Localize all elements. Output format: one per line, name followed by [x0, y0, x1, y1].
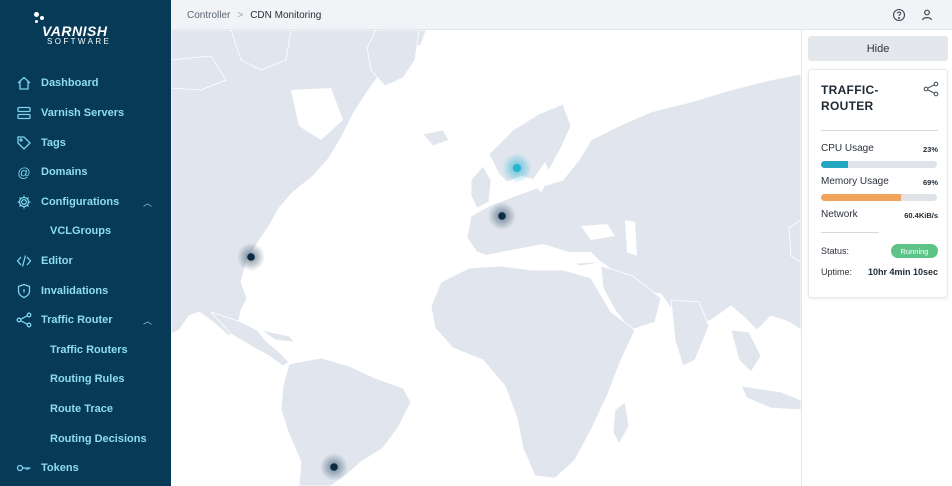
southeast-asia-land: [730, 329, 762, 373]
sidebar-item-invalidations[interactable]: Invalidations: [0, 276, 171, 306]
new-york-marker[interactable]: [237, 243, 265, 271]
sidebar-item-label: Tags: [41, 137, 66, 149]
network-value: 60.4KiB/s: [904, 211, 938, 220]
key-icon: [16, 460, 32, 476]
uptime-value: 10hr 4min 10sec: [867, 267, 938, 277]
world-map[interactable]: [171, 30, 801, 486]
tag-icon: [16, 135, 32, 151]
africa-land: [430, 265, 636, 479]
chevron-up-icon[interactable]: ︿: [143, 196, 152, 209]
user-icon[interactable]: [920, 8, 934, 22]
sidebar-item-label: Domains: [41, 166, 88, 178]
home-icon: [16, 75, 32, 91]
uk-land: [470, 165, 492, 209]
uptime-label: Uptime:: [821, 267, 853, 277]
sidebar-item-tags[interactable]: Tags: [0, 128, 171, 158]
shield-icon: [16, 283, 32, 299]
chevron-up-icon[interactable]: ︿: [143, 314, 152, 327]
memory-label: Memory Usage: [821, 176, 889, 187]
breadcrumb-parent[interactable]: Controller: [187, 10, 230, 21]
sidebar-item-domains[interactable]: @ Domains: [0, 157, 171, 187]
sao-paulo-marker[interactable]: [320, 453, 348, 481]
cpu-progress-fill: [821, 161, 848, 168]
varnish-logo[interactable]: VARNISH SOFTWARE: [30, 10, 140, 50]
cuba-land: [260, 329, 297, 343]
sidebar-item-route-trace[interactable]: Route Trace: [0, 394, 171, 424]
sidebar-item-label: Editor: [41, 255, 73, 267]
sidebar-item-routing-rules[interactable]: Routing Rules: [0, 364, 171, 394]
sidebar-item-label: Configurations: [41, 196, 120, 208]
sidebar-item-label: Routing Decisions: [50, 433, 147, 445]
sidebar-item-tokens[interactable]: Tokens: [0, 453, 171, 483]
sidebar-item-editor[interactable]: Editor: [0, 246, 171, 276]
sidebar-item-label: Route Trace: [50, 403, 113, 415]
top-bar: Controller > CDN Monitoring: [171, 0, 952, 30]
frankfurt-marker[interactable]: [488, 202, 516, 230]
memory-value: 69%: [922, 178, 938, 187]
sidebar-item-label: Traffic Router: [41, 314, 113, 326]
card-title: TRAFFIC-ROUTER: [821, 83, 879, 113]
sidebar-item-dashboard[interactable]: Dashboard: [0, 68, 171, 98]
sidebar-item-routing-decisions[interactable]: Routing Decisions: [0, 424, 171, 454]
sidebar-item-configurations[interactable]: Configurations ︿: [0, 187, 171, 217]
sidebar-item-label: VCLGroups: [50, 225, 112, 237]
sidebar-item-varnish-servers[interactable]: Varnish Servers: [0, 98, 171, 128]
title-divider: [821, 130, 938, 131]
sidebar-item-label: Varnish Servers: [41, 107, 125, 119]
gear-icon: [16, 194, 32, 210]
sidebar-item-label: Dashboard: [41, 77, 99, 89]
sidebar-item-traffic-router[interactable]: Traffic Router ︿: [0, 305, 171, 335]
iceland-land: [422, 129, 450, 147]
sidebar-item-vclgroups[interactable]: VCLGroups: [0, 216, 171, 246]
breadcrumb: Controller > CDN Monitoring: [187, 10, 321, 21]
cpu-label: CPU Usage: [821, 143, 874, 154]
help-circle-icon[interactable]: [892, 8, 906, 22]
breadcrumb-current: CDN Monitoring: [250, 10, 322, 21]
servers-icon: [16, 105, 32, 121]
app-window: VARNISH SOFTWARE Dashboard Varnish Serve…: [0, 0, 952, 486]
memory-progress-bar: [821, 194, 937, 201]
madagascar-land: [612, 401, 630, 445]
status-badge: Running: [891, 244, 938, 258]
sidebar-item-label: Routing Rules: [50, 373, 125, 385]
memory-progress-fill: [821, 194, 902, 201]
chevron-right-icon: >: [237, 10, 244, 21]
status-divider: [821, 232, 879, 233]
share-icon[interactable]: [923, 81, 939, 97]
stockholm-marker[interactable]: [502, 153, 532, 183]
share-icon: [16, 312, 32, 328]
sidebar-item-label: Tokens: [41, 462, 79, 474]
code-icon: [16, 253, 32, 269]
hide-button[interactable]: Hide: [808, 36, 948, 61]
details-panel: Hide TRAFFIC-ROUTER CPU Usage 23% Memory…: [801, 30, 952, 486]
network-label: Network: [821, 209, 858, 220]
sidebar-item-traffic-routers[interactable]: Traffic Routers: [0, 335, 171, 365]
sidebar-item-label: Invalidations: [41, 285, 109, 297]
world-map-svg: [171, 30, 801, 486]
status-label: Status:: [821, 246, 850, 256]
sidebar-item-label: Traffic Routers: [50, 344, 128, 356]
indonesia-land: [740, 385, 801, 411]
cpu-progress-bar: [821, 161, 937, 168]
sidebar: VARNISH SOFTWARE Dashboard Varnish Serve…: [0, 0, 171, 486]
at-icon: @: [17, 164, 31, 180]
cpu-value: 23%: [922, 145, 938, 154]
logo-subtitle: SOFTWARE: [47, 37, 112, 46]
traffic-router-card: TRAFFIC-ROUTER CPU Usage 23% Memory Usag…: [808, 69, 948, 298]
